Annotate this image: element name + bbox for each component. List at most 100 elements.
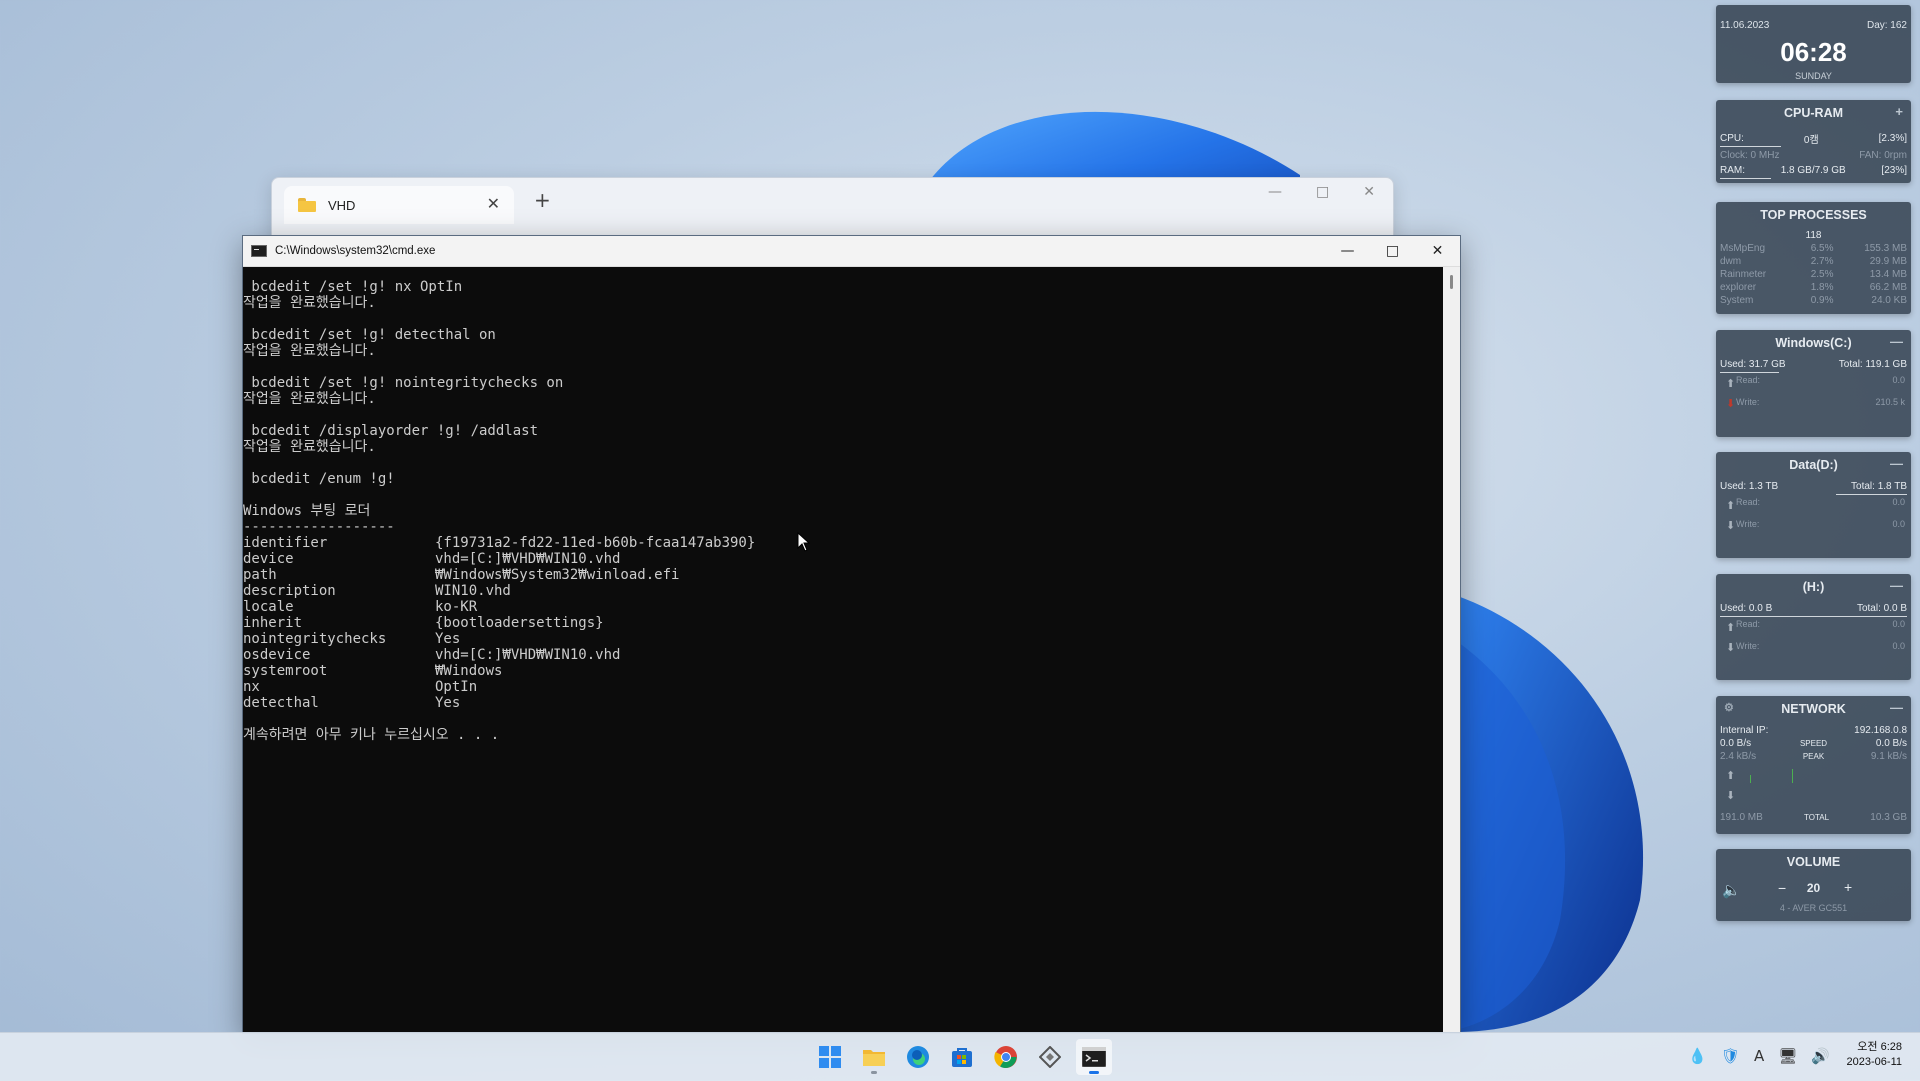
process-cpu: 2.7% [1810,256,1834,267]
network-graph: ⬆ ⬇ [1720,765,1907,809]
arrow-down-icon: ⬇ [1726,520,1736,532]
taskbar-clock[interactable]: 오전 6:28 2023-06-11 [1847,1040,1902,1070]
scroll-thumb[interactable] [1450,275,1453,289]
speed-value: 0.0 B/s [1875,738,1907,749]
ram-usage: 1.8 GB/7.9 GB [1780,165,1846,176]
pause-prompt: 계속하려면 아무 키나 누르십시오 . . . [243,727,500,743]
arrow-up-icon: ⬆ [1726,378,1736,390]
bcd-entry-row: systemroot ₩Windows [243,663,1443,679]
process-row: Rainmeter 2.5% 13.4 MB [1716,268,1911,281]
bcd-entry-value: {bootloadersettings} [435,615,604,631]
process-cpu: 6.5% [1810,243,1834,254]
disk-c-widget: Windows(C:) — Used: 31.7 GB Total: 119.1 G… [1716,330,1911,437]
speaker-icon[interactable]: 🔊 [1811,1047,1830,1065]
close-button[interactable]: ✕ [1363,184,1375,200]
disk-h-widget: (H:) — Used: 0.0 B Total: 0.0 B ⬆ ⬇ Read: … [1716,574,1911,680]
taskbar-store[interactable] [944,1039,980,1075]
taskbar-cmd[interactable] [1076,1039,1112,1075]
taskbar-edge[interactable] [900,1039,936,1075]
section-heading: Windows 부팅 로더 [243,503,371,519]
taskbar: 💧 🛡 A 🖥 🔊 오전 6:28 2023-06-11 [0,1032,1920,1081]
cpu-label: CPU: [1720,133,1744,144]
settings-gear-icon[interactable]: ⚙ [1724,701,1734,714]
network-widget: ⚙ NETWORK — Internal IP: 192.168.0.8 0.0 … [1716,696,1911,834]
cpu-clock: Clock: 0 MHz [1720,150,1780,161]
close-button[interactable]: ✕ [1415,236,1460,266]
minimize-button[interactable]: — [1325,236,1370,266]
process-row: explorer 1.8% 66.2 MB [1716,281,1911,294]
disk-activity-graph: ⬆ ⬇ Read: 0.0 Write: 0.0 [1720,619,1907,659]
disk-used: Used: 31.7 GB [1720,359,1786,370]
disk-activity-graph: ⬆ ⬇ Read: 0.0 Write: 210.5 k [1720,375,1907,415]
collapse-button[interactable]: — [1890,334,1903,349]
taskbar-file-explorer[interactable] [856,1039,892,1075]
cmd-titlebar[interactable]: C:\Windows\system32\cmd.exe — □ ✕ [243,236,1460,267]
collapse-button[interactable]: — [1890,700,1903,715]
taskbar-chrome[interactable] [988,1039,1024,1075]
widget-title: Data(D:) [1789,458,1838,472]
network-icon[interactable]: 🖥 [1778,1047,1797,1065]
close-tab-icon[interactable]: ✕ [487,196,500,212]
maximize-button[interactable]: □ [1370,236,1415,266]
bcd-entry-value: vhd=[C:]₩VHD₩WIN10.vhd [435,647,621,663]
shield-icon[interactable]: 🛡 [1721,1047,1740,1065]
write-value: 210.5 k [1875,397,1905,407]
process-memory: 24.0 KB [1871,295,1907,306]
arrow-up-icon: ⬆ [1726,622,1736,634]
collapse-button[interactable]: — [1890,456,1903,471]
process-name: Rainmeter [1720,269,1767,280]
new-tab-button[interactable]: + [534,190,551,210]
process-count: 118 [1805,230,1822,241]
disk-total: Total: 119.1 GB [1838,359,1907,370]
arrow-up-icon: ⬆ [1726,770,1736,782]
console-output[interactable]: bcdedit /set !g! nx OptIn 작업을 완료했습니다. bc… [243,267,1443,1045]
collapse-button[interactable]: — [1890,578,1903,593]
speed-label: SPEED [1799,739,1828,748]
bcd-entry-key: description [243,583,336,599]
tab-label: VHD [328,197,356,213]
scrollbar[interactable] [1443,267,1460,1033]
process-cpu: 1.8% [1810,282,1834,293]
start-button[interactable] [812,1039,848,1075]
write-label: Write: [1736,519,1760,529]
console-line: bcdedit /set !g! nx OptIn [243,279,463,295]
ime-icon[interactable]: A [1754,1047,1764,1065]
write-value: 0.0 [1892,641,1905,651]
store-icon [952,1048,972,1067]
bcd-entry-row: nx OptIn [243,679,1443,695]
download-rate: 2.4 kB/s [1720,751,1757,762]
process-name: explorer [1720,282,1757,293]
clock-widget: 11.06.2023 Day: 162 06:28 SUNDAY [1716,5,1911,83]
peak-value: 9.1 kB/s [1870,751,1907,762]
maximize-button[interactable]: □ [1316,184,1329,200]
upload-rate: 0.0 B/s [1720,738,1752,749]
clock-date: 11.06.2023 [1720,20,1770,31]
volume-up-button[interactable]: + [1844,879,1852,895]
disk-total: Total: 1.8 TB [1851,481,1907,492]
bcd-entry-key: device [243,551,294,567]
bcd-entry-value: vhd=[C:]₩VHD₩WIN10.vhd [435,551,621,567]
bcd-entry-key: locale [243,599,294,615]
arrow-down-icon: ⬇ [1726,790,1736,802]
bcd-entry-row: device vhd=[C:]₩VHD₩WIN10.vhd [243,551,1443,567]
minimize-button[interactable]: — [1268,184,1282,200]
taskbar-app[interactable] [1032,1039,1068,1075]
cpu-temp: 0캠 [1803,135,1819,146]
write-label: Write: [1736,641,1760,651]
droplet-icon[interactable]: 💧 [1688,1047,1707,1065]
process-memory: 155.3 MB [1864,243,1907,254]
expand-button[interactable]: + [1895,104,1903,119]
windows-logo-icon [819,1046,841,1068]
write-value: 0.0 [1892,519,1905,529]
clock-date: 2023-06-11 [1846,1056,1902,1068]
widget-title: CPU-RAM [1783,106,1844,120]
process-name: MsMpEng [1720,243,1766,254]
ip-value: 192.168.0.8 [1854,725,1907,736]
process-name: dwm [1720,256,1742,267]
bcd-entry-row: osdevice vhd=[C:]₩VHD₩WIN10.vhd [243,647,1443,663]
console-line: bcdedit /enum !g! [243,471,395,487]
tab-vhd[interactable]: VHD ✕ [284,186,514,224]
bcd-entry-key: path [243,567,277,583]
console-line: 작업을 완료했습니다. [243,439,376,455]
fan-speed: FAN: 0rpm [1859,150,1907,161]
